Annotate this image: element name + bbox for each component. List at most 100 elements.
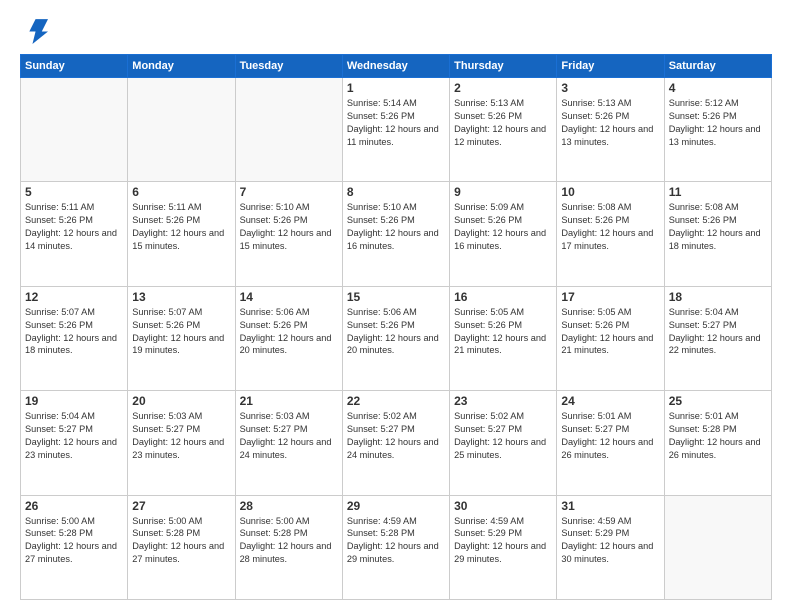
day-number: 2 bbox=[454, 81, 552, 95]
calendar-cell: 5Sunrise: 5:11 AM Sunset: 5:26 PM Daylig… bbox=[21, 182, 128, 286]
calendar-cell: 27Sunrise: 5:00 AM Sunset: 5:28 PM Dayli… bbox=[128, 495, 235, 599]
cell-text: Sunrise: 5:08 AM Sunset: 5:26 PM Dayligh… bbox=[561, 201, 659, 253]
day-number: 28 bbox=[240, 499, 338, 513]
calendar-cell: 7 Sunrise: 5:10 AM Sunset: 5:26 PM Daylig… bbox=[235, 182, 342, 286]
calendar-cell bbox=[128, 78, 235, 182]
cell-text: Sunrise: 5:11 AM Sunset: 5:26 PM Dayligh… bbox=[25, 201, 123, 253]
day-number: 18 bbox=[669, 290, 767, 304]
cell-text: Sunrise: 5:04 AM Sunset: 5:27 PM Dayligh… bbox=[669, 306, 767, 358]
logo-icon bbox=[20, 16, 48, 44]
calendar-week-3: 19 Sunrise: 5:04 AM Sunset: 5:27 PM Dayli… bbox=[21, 391, 772, 495]
day-number: 4 bbox=[669, 81, 767, 95]
weekday-header-friday: Friday bbox=[557, 55, 664, 78]
cell-text: Sunrise: 5:14 AM Sunset: 5:26 PM Dayligh… bbox=[347, 97, 445, 149]
weekday-header-row: SundayMondayTuesdayWednesdayThursdayFrid… bbox=[21, 55, 772, 78]
day-number: 29 bbox=[347, 499, 445, 513]
cell-text: Sunrise: 5:07 AM Sunset: 5:26 PM Dayligh… bbox=[25, 306, 123, 358]
weekday-header-monday: Monday bbox=[128, 55, 235, 78]
cell-text: Sunrise: 5:03 AM Sunset: 5:27 PM Dayligh… bbox=[132, 410, 230, 462]
cell-text: Sunrise: 5:09 AM Sunset: 5:26 PM Dayligh… bbox=[454, 201, 552, 253]
calendar-cell: 22 Sunrise: 5:02 AM Sunset: 5:27 PM Dayli… bbox=[342, 391, 449, 495]
calendar-cell: 18 Sunrise: 5:04 AM Sunset: 5:27 PM Dayli… bbox=[664, 286, 771, 390]
cell-text: Sunrise: 5:05 AM Sunset: 5:26 PM Dayligh… bbox=[454, 306, 552, 358]
day-number: 22 bbox=[347, 394, 445, 408]
calendar-cell: 28 Sunrise: 5:00 AM Sunset: 5:28 PM Dayli… bbox=[235, 495, 342, 599]
cell-text: Sunrise: 5:10 AM Sunset: 5:26 PM Dayligh… bbox=[347, 201, 445, 253]
day-number: 8 bbox=[347, 185, 445, 199]
calendar-cell: 20 Sunrise: 5:03 AM Sunset: 5:27 PM Dayli… bbox=[128, 391, 235, 495]
calendar-cell: 12 Sunrise: 5:07 AM Sunset: 5:26 PM Dayli… bbox=[21, 286, 128, 390]
calendar-week-0: 1 Sunrise: 5:14 AM Sunset: 5:26 PM Daylig… bbox=[21, 78, 772, 182]
header bbox=[20, 16, 772, 44]
cell-text: Sunrise: 4:59 AM Sunset: 5:29 PM Dayligh… bbox=[561, 515, 659, 567]
day-number: 21 bbox=[240, 394, 338, 408]
calendar-cell: 23 Sunrise: 5:02 AM Sunset: 5:27 PM Dayli… bbox=[450, 391, 557, 495]
calendar-cell: 29 Sunrise: 4:59 AM Sunset: 5:28 PM Dayli… bbox=[342, 495, 449, 599]
day-number: 14 bbox=[240, 290, 338, 304]
calendar-cell: 2Sunrise: 5:13 AM Sunset: 5:26 PM Daylig… bbox=[450, 78, 557, 182]
calendar-week-1: 5Sunrise: 5:11 AM Sunset: 5:26 PM Daylig… bbox=[21, 182, 772, 286]
day-number: 31 bbox=[561, 499, 659, 513]
cell-text: Sunrise: 5:13 AM Sunset: 5:26 PM Dayligh… bbox=[561, 97, 659, 149]
calendar-cell: 10 Sunrise: 5:08 AM Sunset: 5:26 PM Dayli… bbox=[557, 182, 664, 286]
day-number: 3 bbox=[561, 81, 659, 95]
day-number: 20 bbox=[132, 394, 230, 408]
weekday-header-saturday: Saturday bbox=[664, 55, 771, 78]
day-number: 23 bbox=[454, 394, 552, 408]
day-number: 7 bbox=[240, 185, 338, 199]
calendar-cell bbox=[235, 78, 342, 182]
day-number: 19 bbox=[25, 394, 123, 408]
day-number: 10 bbox=[561, 185, 659, 199]
calendar-cell: 17 Sunrise: 5:05 AM Sunset: 5:26 PM Dayli… bbox=[557, 286, 664, 390]
cell-text: Sunrise: 5:08 AM Sunset: 5:26 PM Dayligh… bbox=[669, 201, 767, 253]
cell-text: Sunrise: 5:07 AM Sunset: 5:26 PM Dayligh… bbox=[132, 306, 230, 358]
day-number: 17 bbox=[561, 290, 659, 304]
day-number: 25 bbox=[669, 394, 767, 408]
calendar-cell: 31 Sunrise: 4:59 AM Sunset: 5:29 PM Dayli… bbox=[557, 495, 664, 599]
calendar-week-4: 26 Sunrise: 5:00 AM Sunset: 5:28 PM Dayli… bbox=[21, 495, 772, 599]
calendar-cell: 11 Sunrise: 5:08 AM Sunset: 5:26 PM Dayli… bbox=[664, 182, 771, 286]
cell-text: Sunrise: 5:12 AM Sunset: 5:26 PM Dayligh… bbox=[669, 97, 767, 149]
day-number: 16 bbox=[454, 290, 552, 304]
calendar-cell: 13 Sunrise: 5:07 AM Sunset: 5:26 PM Dayli… bbox=[128, 286, 235, 390]
cell-text: Sunrise: 5:06 AM Sunset: 5:26 PM Dayligh… bbox=[240, 306, 338, 358]
calendar-cell: 1 Sunrise: 5:14 AM Sunset: 5:26 PM Daylig… bbox=[342, 78, 449, 182]
weekday-header-wednesday: Wednesday bbox=[342, 55, 449, 78]
cell-text: Sunrise: 4:59 AM Sunset: 5:29 PM Dayligh… bbox=[454, 515, 552, 567]
day-number: 13 bbox=[132, 290, 230, 304]
day-number: 1 bbox=[347, 81, 445, 95]
cell-text: Sunrise: 5:05 AM Sunset: 5:26 PM Dayligh… bbox=[561, 306, 659, 358]
day-number: 11 bbox=[669, 185, 767, 199]
calendar-cell: 14 Sunrise: 5:06 AM Sunset: 5:26 PM Dayli… bbox=[235, 286, 342, 390]
cell-text: Sunrise: 5:04 AM Sunset: 5:27 PM Dayligh… bbox=[25, 410, 123, 462]
day-number: 15 bbox=[347, 290, 445, 304]
calendar-cell: 26 Sunrise: 5:00 AM Sunset: 5:28 PM Dayli… bbox=[21, 495, 128, 599]
weekday-header-sunday: Sunday bbox=[21, 55, 128, 78]
weekday-header-thursday: Thursday bbox=[450, 55, 557, 78]
calendar-cell: 19 Sunrise: 5:04 AM Sunset: 5:27 PM Dayli… bbox=[21, 391, 128, 495]
cell-text: Sunrise: 5:00 AM Sunset: 5:28 PM Dayligh… bbox=[240, 515, 338, 567]
page: SundayMondayTuesdayWednesdayThursdayFrid… bbox=[0, 0, 792, 612]
calendar-cell: 24Sunrise: 5:01 AM Sunset: 5:27 PM Dayli… bbox=[557, 391, 664, 495]
logo bbox=[20, 16, 52, 44]
day-number: 12 bbox=[25, 290, 123, 304]
cell-text: Sunrise: 5:10 AM Sunset: 5:26 PM Dayligh… bbox=[240, 201, 338, 253]
day-number: 30 bbox=[454, 499, 552, 513]
cell-text: Sunrise: 4:59 AM Sunset: 5:28 PM Dayligh… bbox=[347, 515, 445, 567]
cell-text: Sunrise: 5:00 AM Sunset: 5:28 PM Dayligh… bbox=[132, 515, 230, 567]
calendar-week-2: 12 Sunrise: 5:07 AM Sunset: 5:26 PM Dayli… bbox=[21, 286, 772, 390]
calendar-cell: 21 Sunrise: 5:03 AM Sunset: 5:27 PM Dayli… bbox=[235, 391, 342, 495]
day-number: 24 bbox=[561, 394, 659, 408]
calendar-cell: 4 Sunrise: 5:12 AM Sunset: 5:26 PM Daylig… bbox=[664, 78, 771, 182]
cell-text: Sunrise: 5:00 AM Sunset: 5:28 PM Dayligh… bbox=[25, 515, 123, 567]
day-number: 26 bbox=[25, 499, 123, 513]
calendar-cell: 30 Sunrise: 4:59 AM Sunset: 5:29 PM Dayli… bbox=[450, 495, 557, 599]
calendar-cell bbox=[21, 78, 128, 182]
calendar-cell: 3 Sunrise: 5:13 AM Sunset: 5:26 PM Daylig… bbox=[557, 78, 664, 182]
cell-text: Sunrise: 5:02 AM Sunset: 5:27 PM Dayligh… bbox=[454, 410, 552, 462]
day-number: 9 bbox=[454, 185, 552, 199]
calendar-cell: 6Sunrise: 5:11 AM Sunset: 5:26 PM Daylig… bbox=[128, 182, 235, 286]
cell-text: Sunrise: 5:03 AM Sunset: 5:27 PM Dayligh… bbox=[240, 410, 338, 462]
calendar-cell: 16 Sunrise: 5:05 AM Sunset: 5:26 PM Dayli… bbox=[450, 286, 557, 390]
cell-text: Sunrise: 5:02 AM Sunset: 5:27 PM Dayligh… bbox=[347, 410, 445, 462]
